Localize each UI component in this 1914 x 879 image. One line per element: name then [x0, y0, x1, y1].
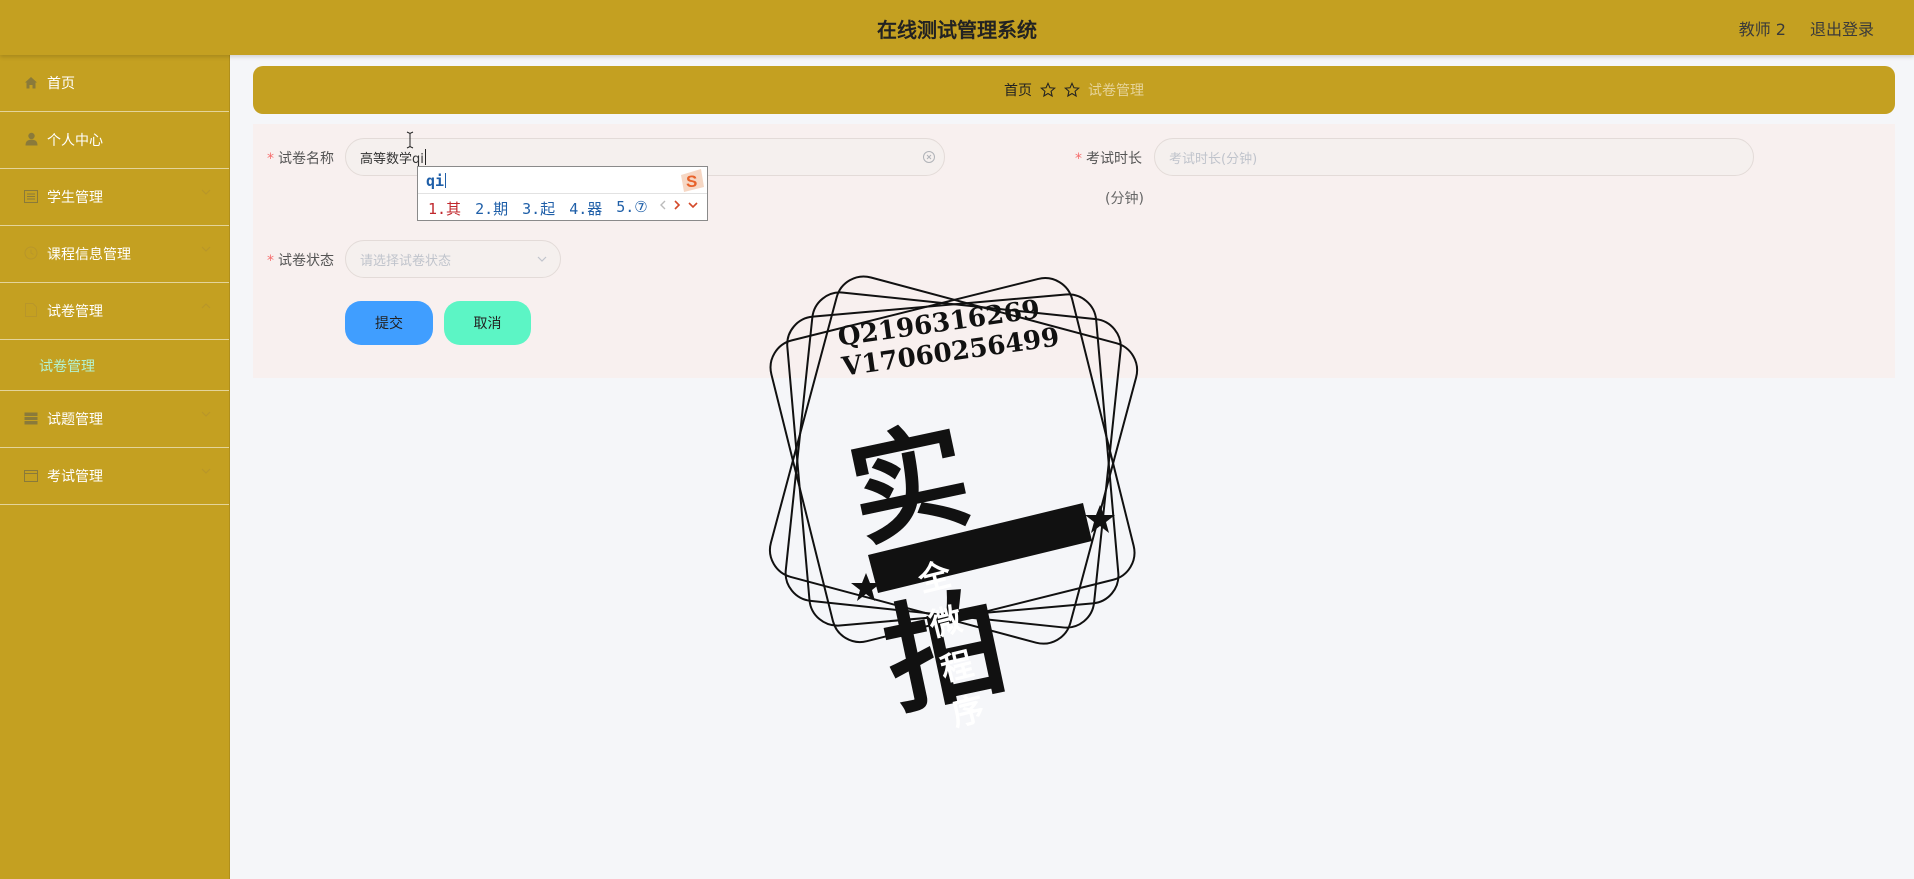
- status-label: * 试卷状态: [267, 253, 334, 269]
- sogou-logo-icon: S: [681, 169, 704, 192]
- sidebar-item-exams[interactable]: 考试管理: [0, 448, 229, 505]
- sidebar-item-students[interactable]: 学生管理: [0, 169, 229, 226]
- ime-candidate[interactable]: 3.起: [522, 198, 555, 219]
- cancel-button[interactable]: 取消: [444, 301, 531, 345]
- duration-unit: (分钟): [1105, 191, 1144, 207]
- sidebar-item-label: 考试管理: [47, 469, 103, 485]
- breadcrumb-current: 试卷管理: [1088, 83, 1144, 99]
- duration-label: * 考试时长: [1075, 151, 1142, 167]
- calendar-icon: [24, 468, 38, 482]
- chevron-down-icon: [201, 189, 211, 195]
- clear-icon[interactable]: [922, 150, 936, 164]
- sidebar: 首页 个人中心 学生管理 课程信息管理 试卷管理 试卷管理 试题管理 考试管理: [0, 55, 230, 879]
- duration-input[interactable]: 考试时长(分钟): [1154, 138, 1754, 176]
- sidebar-item-home[interactable]: 首页: [0, 55, 229, 112]
- ime-candidate[interactable]: 2.期: [475, 198, 508, 219]
- current-user: 教师 2: [1738, 20, 1786, 39]
- paper-name-label: * 试卷名称: [267, 151, 334, 167]
- ime-candidate[interactable]: 5.⑦: [616, 198, 648, 219]
- logout-link[interactable]: 退出登录: [1810, 16, 1874, 40]
- sidebar-item-courses[interactable]: 课程信息管理: [0, 226, 229, 283]
- ime-candidate[interactable]: 4.器: [569, 198, 602, 219]
- breadcrumb: 首页 试卷管理: [253, 66, 1895, 114]
- sidebar-item-label: 试卷管理: [47, 304, 103, 320]
- svg-text:S: S: [686, 172, 697, 191]
- star-icon: [1064, 82, 1080, 98]
- ime-candidates: 1.其 2.期 3.起 4.器 5.⑦: [428, 198, 648, 219]
- breadcrumb-home[interactable]: 首页: [1004, 80, 1032, 100]
- sidebar-item-papers[interactable]: 试卷管理: [0, 283, 229, 340]
- user-icon: [24, 132, 38, 146]
- app-title: 在线测试管理系统: [877, 18, 1037, 42]
- sidebar-item-questions[interactable]: 试题管理: [0, 391, 229, 448]
- home-icon: [24, 75, 38, 89]
- top-bar: 在线测试管理系统 教师 2 退出登录: [0, 0, 1914, 55]
- ime-candidate[interactable]: 1.其: [428, 198, 461, 219]
- chevron-up-icon: [201, 303, 211, 309]
- ime-candidate-window: qi S 1.其 2.期 3.起 4.器 5.⑦: [417, 166, 708, 221]
- sidebar-item-label: 学生管理: [47, 190, 103, 206]
- chevron-down-icon: [537, 256, 547, 262]
- submit-button[interactable]: 提交: [345, 301, 433, 345]
- sidebar-item-profile[interactable]: 个人中心: [0, 112, 229, 169]
- sidebar-subitem-label: 试卷管理: [39, 359, 95, 375]
- sidebar-item-label: 个人中心: [47, 133, 103, 149]
- clock-icon: [24, 246, 38, 260]
- list-icon: [24, 189, 38, 203]
- star-icon: [1040, 82, 1056, 98]
- sidebar-item-label: 首页: [47, 76, 75, 92]
- chevron-left-icon[interactable]: [659, 199, 667, 211]
- document-icon: [24, 303, 38, 317]
- sidebar-subitem-papers[interactable]: 试卷管理: [0, 340, 229, 391]
- sidebar-item-label: 课程信息管理: [47, 247, 131, 263]
- ime-composition: qi: [426, 172, 447, 190]
- grid-icon: [24, 411, 38, 425]
- chevron-right-icon[interactable]: [673, 199, 681, 211]
- chevron-down-icon[interactable]: [687, 199, 699, 211]
- chevron-down-icon: [201, 246, 211, 252]
- chevron-down-icon: [201, 411, 211, 417]
- sidebar-item-label: 试题管理: [47, 412, 103, 428]
- chevron-down-icon: [201, 468, 211, 474]
- text-cursor-icon: [406, 131, 414, 149]
- status-select[interactable]: 请选择试卷状态: [345, 240, 561, 278]
